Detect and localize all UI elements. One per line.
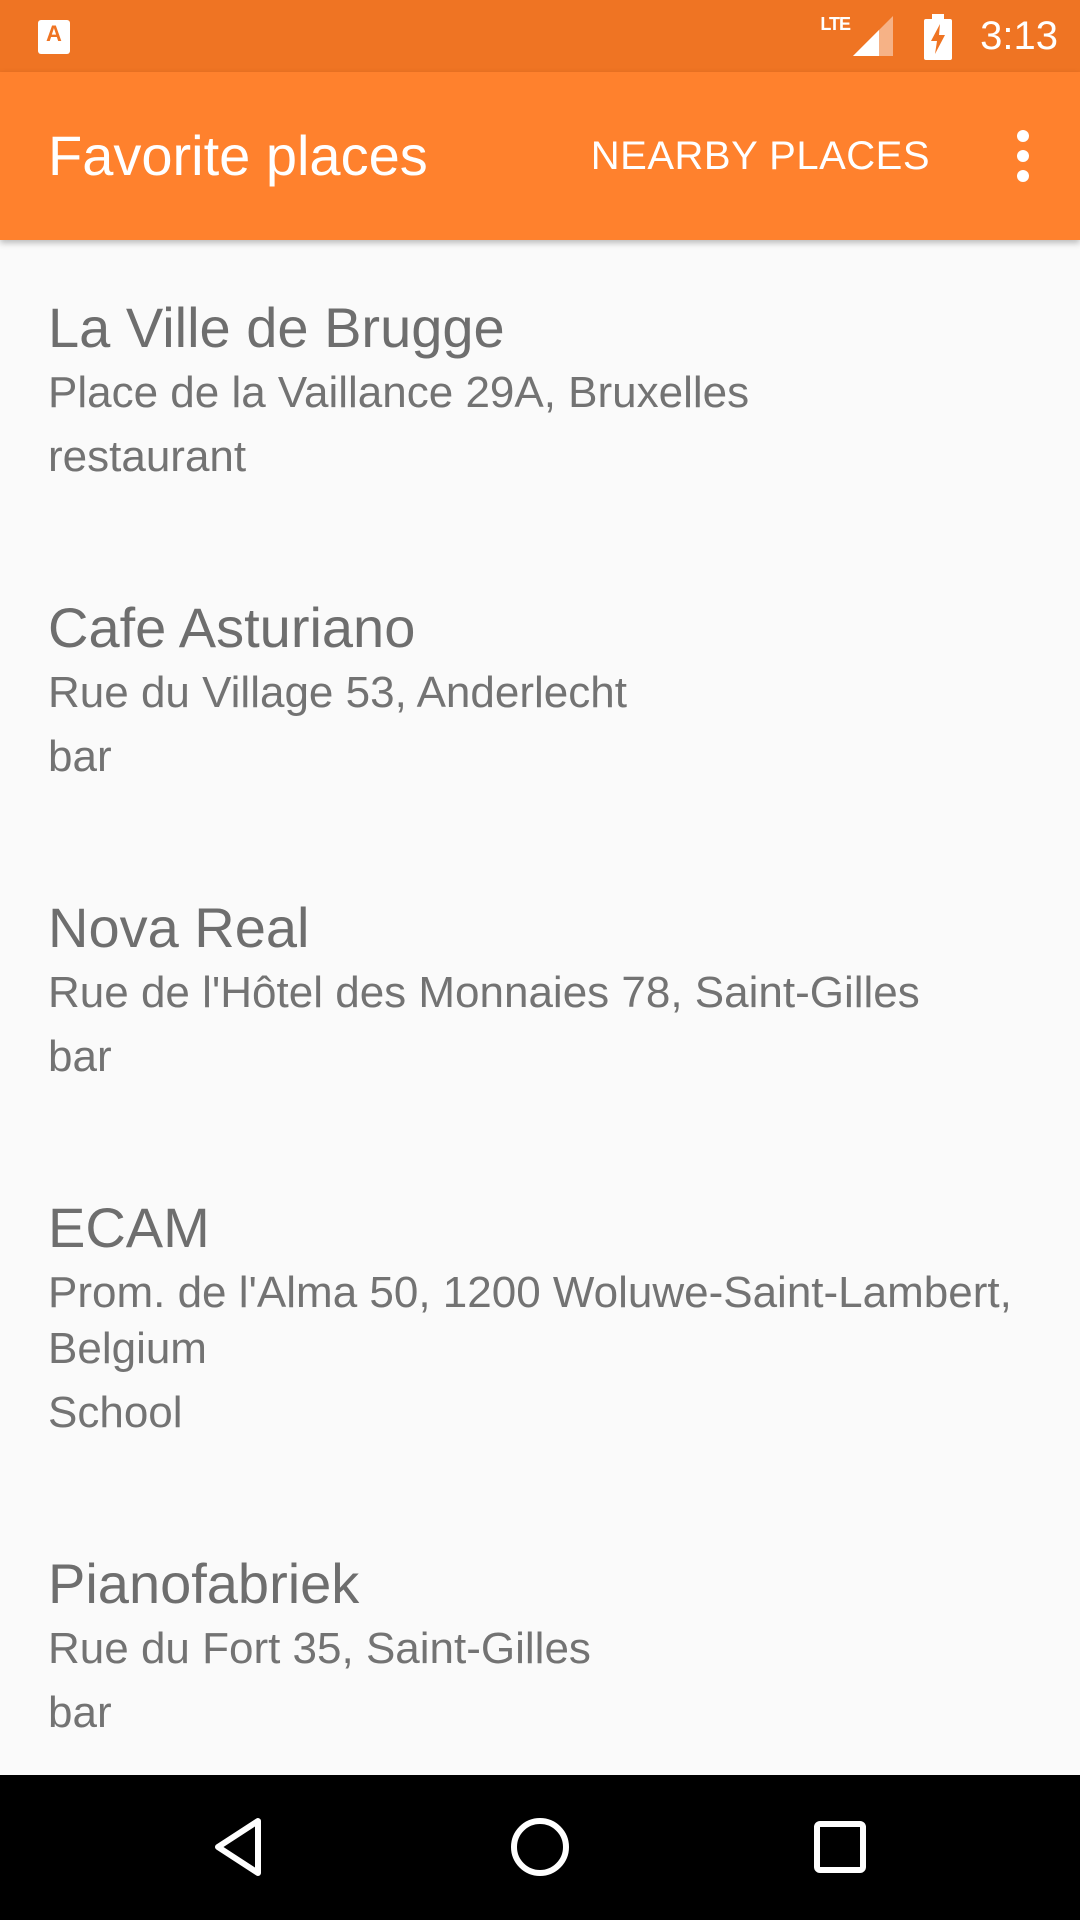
place-type: bar (48, 732, 112, 781)
home-circle-icon[interactable] (504, 1811, 576, 1883)
place-type: bar (48, 1032, 112, 1081)
more-vert-icon[interactable] (996, 126, 1050, 186)
android-app-icon: A (38, 20, 70, 54)
place-name: Nova Real (48, 896, 310, 959)
place-name: La Ville de Brugge (48, 296, 505, 359)
nearby-places-button[interactable]: NEARBY PLACES (591, 130, 930, 182)
place-address: Rue de l'Hôtel des Monnaies 78, Saint-Gi… (48, 968, 920, 1017)
place-address: Place de la Vaillance 29A, Bruxelles (48, 368, 750, 417)
place-type: restaurant (48, 432, 247, 481)
places-list: La Ville de Brugge Place de la Vaillance… (0, 240, 1080, 1775)
place-name: Pianofabriek (48, 1552, 360, 1615)
place-address: Prom. de l'Alma 50, 1200 Woluwe-Saint-La… (48, 1268, 1012, 1373)
place-name: Cafe Asturiano (48, 596, 416, 659)
place-name: ECAM (48, 1196, 210, 1259)
list-item[interactable]: Cafe Asturiano Rue du Village 53, Anderl… (0, 540, 1080, 840)
cell-signal-icon (853, 16, 893, 56)
back-triangle-icon[interactable] (204, 1811, 276, 1883)
list-item[interactable]: Nova Real Rue de l'Hôtel des Monnaies 78… (0, 840, 1080, 1140)
navigation-bar (0, 1775, 1080, 1920)
app-bar: Favorite places NEARBY PLACES (0, 72, 1080, 240)
place-type: bar (48, 1688, 112, 1737)
status-bar: A LTE 3:13 (0, 0, 1080, 72)
list-item[interactable]: La Ville de Brugge Place de la Vaillance… (0, 240, 1080, 540)
place-type: School (48, 1388, 183, 1437)
battery-charging-icon (924, 14, 952, 60)
recents-square-icon[interactable] (804, 1811, 876, 1883)
screen: A LTE 3:13 Favorite places NEARBY PLACES… (0, 0, 1080, 1920)
list-item[interactable]: Pianofabriek Rue du Fort 35, Saint-Gille… (0, 1496, 1080, 1775)
place-address: Rue du Fort 35, Saint-Gilles (48, 1624, 591, 1673)
place-address: Rue du Village 53, Anderlecht (48, 668, 627, 717)
clock: 3:13 (980, 14, 1058, 58)
list-item[interactable]: ECAM Prom. de l'Alma 50, 1200 Woluwe-Sai… (0, 1140, 1080, 1496)
network-type-label: LTE (820, 14, 851, 34)
page-title: Favorite places (48, 124, 428, 187)
